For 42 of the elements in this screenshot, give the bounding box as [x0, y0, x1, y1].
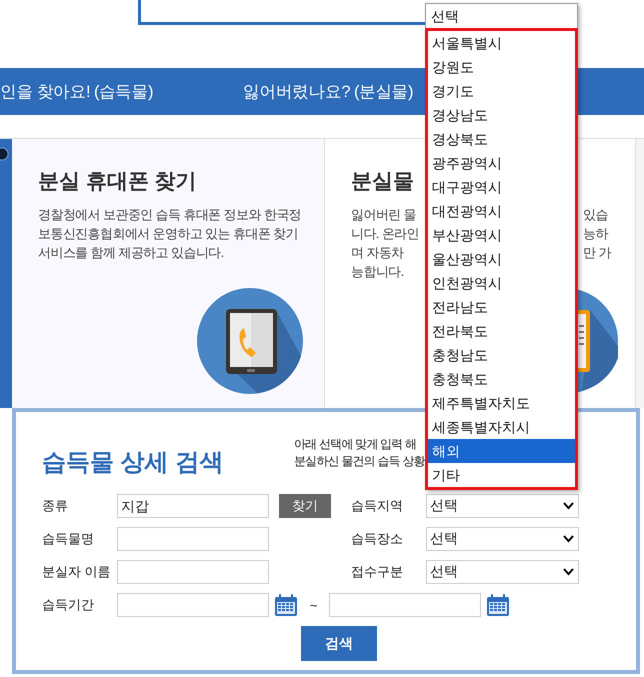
date-field[interactable]: [329, 593, 481, 617]
dropdown-option[interactable]: 해외: [428, 439, 575, 463]
field-label: 습득물명: [42, 530, 95, 548]
find-button[interactable]: 찾기: [279, 494, 331, 518]
side-tab[interactable]: [0, 139, 12, 408]
help-text: 아래 선택에 맞게 입력 해: [294, 436, 416, 453]
nav-link[interactable]: 인을 찾아요! (습득물): [0, 80, 243, 102]
card-description: 있습: [583, 206, 608, 224]
field-label: 접수구분: [351, 563, 404, 581]
select-field[interactable]: 선택: [426, 494, 579, 518]
field-label: 습득지역: [351, 497, 404, 515]
input-field[interactable]: 지갑: [117, 494, 269, 518]
date-field[interactable]: [117, 593, 269, 617]
search-button[interactable]: 검색: [301, 626, 377, 661]
select-field[interactable]: 선택: [426, 560, 579, 584]
chevron-icon: [563, 568, 574, 576]
input-field[interactable]: [117, 560, 269, 584]
card-description: 며 자동차: [351, 244, 404, 262]
field-label: 분실자 이름: [42, 563, 112, 581]
field-label: 습득장소: [351, 530, 404, 548]
help-text: 분실하신 물건의 습득 상황: [294, 453, 425, 470]
calendar-icon[interactable]: [486, 593, 510, 617]
card-description: 니다. 온라인: [351, 225, 420, 243]
card-description: 만 가: [583, 244, 611, 262]
search-title: 습득물 상세 검색: [42, 448, 224, 478]
select-field[interactable]: 선택: [426, 527, 579, 551]
chevron-icon: [563, 535, 574, 543]
calendar-icon[interactable]: [274, 593, 298, 617]
nav-link[interactable]: 잃어버렸나요? (분실물): [243, 80, 413, 102]
input-field[interactable]: [117, 527, 269, 551]
range-separator: ~: [308, 598, 318, 612]
field-label: 습득기간: [42, 596, 95, 614]
card-title: 분실물: [351, 169, 414, 195]
card-description: 잃어버린 물: [351, 206, 416, 224]
tablet-phone-icon: [197, 288, 303, 394]
card-description: 능하: [583, 225, 608, 243]
dropdown-option[interactable]: 선택: [425, 3, 578, 28]
card-description: 경찰청에서 보관중인 습득 휴대폰 정보와 한국정보통신진흥협회에서 운영하고 있는 휴대폰 찾기 서비스를 함께 제공하고 있습니다.: [38, 206, 302, 262]
chevron-icon: [563, 502, 574, 510]
field-label: 종류: [42, 497, 69, 515]
card-description: 능합니다.: [351, 263, 404, 281]
card-title: 분실 휴대폰 찾기: [38, 169, 197, 195]
